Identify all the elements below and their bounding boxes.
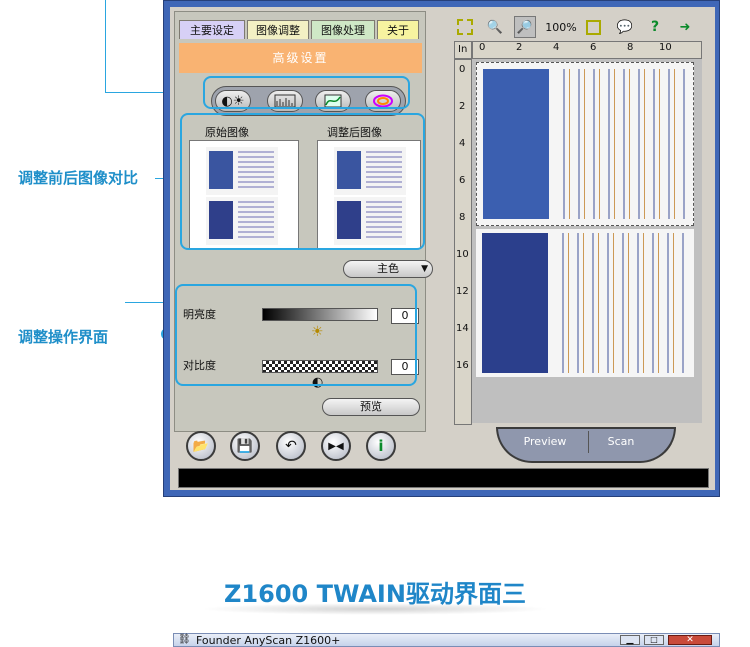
zoom-out-icon: 🔎 [516, 19, 534, 35]
callout-line [125, 302, 165, 303]
second-window-title: Founder AnyScan Z1600+ [196, 634, 341, 647]
page-text-columns [555, 69, 689, 219]
fit-button[interactable]: ▶◀ [321, 431, 351, 461]
ruler-tick: 10 [456, 249, 469, 260]
ruler-unit-label: In [458, 44, 468, 55]
page-cover-image [482, 233, 548, 373]
folder-icon: 📂 [192, 438, 210, 454]
minimize-button[interactable]: ▁ [620, 635, 640, 645]
ruler-top: 0 2 4 6 8 10 [472, 41, 702, 59]
tab-about[interactable]: 关于 [377, 20, 419, 39]
callout-ui: 调整操作界面 [18, 328, 109, 346]
fit-page-button[interactable] [582, 16, 604, 38]
exit-icon: ➜ [679, 19, 691, 35]
scan-page-bottom [476, 229, 694, 377]
info-button[interactable]: i [366, 431, 396, 461]
page-cover-image [483, 69, 549, 219]
reset-button[interactable]: ↶ [276, 431, 306, 461]
info-icon: i [378, 437, 384, 455]
fit-icon: ▶◀ [328, 440, 344, 452]
ruler-tick: 6 [590, 42, 597, 53]
page-text-columns [554, 233, 688, 373]
save-button[interactable]: 💾 [230, 431, 260, 461]
tab-main-settings[interactable]: 主要设定 [179, 20, 245, 39]
fit-page-icon [585, 19, 601, 35]
panel-title: 高级设置 [179, 43, 422, 73]
save-icon: 💾 [236, 438, 254, 454]
preview-area[interactable] [472, 59, 702, 423]
select-area-button[interactable] [454, 16, 476, 38]
tab-image-adjust[interactable]: 图像调整 [247, 20, 309, 39]
tab-image-process[interactable]: 图像处理 [311, 20, 375, 39]
chevron-down-icon: ▼ [421, 264, 428, 274]
preview-small-button[interactable]: 预览 [322, 398, 420, 416]
ruler-left: 0 2 4 6 8 10 12 14 16 [454, 59, 472, 425]
help-icon: ? [650, 19, 660, 35]
ruler-tick: 4 [553, 42, 560, 53]
ruler-unit: In [454, 41, 472, 59]
second-window-titlebar: ⛓ Founder AnyScan Z1600+ ▁ □ ✕ [173, 633, 720, 647]
marquee-icon [457, 19, 473, 35]
open-folder-button[interactable]: 📂 [186, 431, 216, 461]
ruler-tick: 2 [516, 42, 523, 53]
comment-button[interactable]: 💬 [614, 16, 636, 38]
close-button[interactable]: ✕ [668, 635, 712, 645]
callout-line [105, 0, 106, 92]
title-shadow [200, 603, 550, 615]
status-bar [178, 468, 709, 488]
channel-select[interactable]: 主色 ▼ [343, 260, 433, 278]
undo-icon: ↶ [285, 438, 297, 454]
exit-button[interactable]: ➜ [674, 16, 696, 38]
ruler-tick: 0 [459, 64, 466, 75]
ruler-tick: 16 [456, 360, 469, 371]
ruler-tick: 8 [627, 42, 634, 53]
speech-bubble-icon: 💬 [616, 19, 634, 35]
zoom-level: 100% [545, 20, 577, 34]
scan-page-top [476, 62, 694, 226]
ruler-tick: 14 [456, 323, 469, 334]
ruler-tick: 0 [479, 42, 486, 53]
ruler-tick: 8 [459, 212, 466, 223]
highlight-image-compare [180, 113, 425, 250]
app-icon: ⛓ [178, 634, 191, 645]
help-button[interactable]: ? [644, 16, 666, 38]
callout-compare: 调整前后图像对比 [18, 169, 139, 187]
ruler-tick: 2 [459, 101, 466, 112]
maximize-button[interactable]: □ [644, 635, 664, 645]
highlight-mode-buttons [203, 76, 410, 109]
ruler-tick: 4 [459, 138, 466, 149]
zoom-in-button[interactable]: 🔍 [484, 16, 506, 38]
zoom-out-button[interactable]: 🔎 [514, 16, 536, 38]
ruler-tick: 10 [659, 42, 672, 53]
channel-select-value: 主色 [377, 262, 399, 275]
highlight-adjust-controls [175, 284, 417, 386]
scan-button[interactable]: Scan [588, 431, 653, 453]
ruler-tick: 12 [456, 286, 469, 297]
ruler-tick: 6 [459, 175, 466, 186]
preview-button[interactable]: Preview [506, 431, 584, 453]
zoom-in-icon: 🔍 [486, 19, 504, 35]
